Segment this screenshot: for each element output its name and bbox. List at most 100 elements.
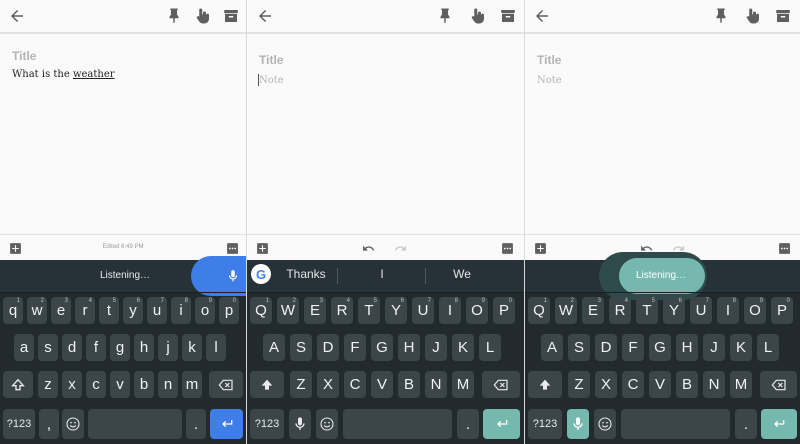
shift-key[interactable]: [3, 371, 33, 398]
key-j[interactable]: J: [703, 334, 725, 361]
key-k[interactable]: K: [452, 334, 474, 361]
key-x[interactable]: x: [62, 371, 82, 398]
key-w[interactable]: W2: [277, 297, 299, 324]
key-i[interactable]: I8: [439, 297, 461, 324]
mic-key[interactable]: [567, 409, 589, 439]
note-placeholder[interactable]: Note: [259, 75, 284, 86]
key-a[interactable]: a: [14, 334, 34, 361]
key-l[interactable]: L: [757, 334, 779, 361]
suggestion-3[interactable]: We: [437, 267, 487, 281]
key-l[interactable]: L: [479, 334, 501, 361]
key-o[interactable]: O9: [744, 297, 766, 324]
key-q[interactable]: Q1: [528, 297, 550, 324]
key-f[interactable]: F: [344, 334, 366, 361]
more-options-icon[interactable]: [225, 241, 239, 255]
key-e[interactable]: E3: [304, 297, 326, 324]
pin-icon[interactable]: [434, 5, 456, 27]
key-s[interactable]: S: [290, 334, 312, 361]
note-text[interactable]: What is the weather: [12, 69, 115, 80]
more-options-icon[interactable]: [500, 241, 514, 255]
key-r[interactable]: R4: [331, 297, 353, 324]
mic-icon[interactable]: [224, 267, 242, 285]
key-x[interactable]: X: [317, 371, 339, 398]
key-y[interactable]: Y6: [385, 297, 407, 324]
emoji-key[interactable]: [316, 409, 338, 439]
archive-icon[interactable]: [772, 5, 794, 27]
key-u[interactable]: U7: [412, 297, 434, 324]
space-key[interactable]: [88, 409, 182, 439]
key-g[interactable]: g: [110, 334, 130, 361]
key-q[interactable]: q1: [3, 297, 23, 324]
key-u[interactable]: U7: [690, 297, 712, 324]
key-o[interactable]: O9: [466, 297, 488, 324]
key-b[interactable]: B: [398, 371, 420, 398]
key-h[interactable]: H: [398, 334, 420, 361]
key-r[interactable]: R4: [609, 297, 631, 324]
key-w[interactable]: W2: [555, 297, 577, 324]
title-placeholder[interactable]: Title: [537, 53, 561, 67]
key-t[interactable]: T5: [358, 297, 380, 324]
key-o[interactable]: o9: [195, 297, 215, 324]
key-a[interactable]: A: [263, 334, 285, 361]
title-placeholder[interactable]: Title: [259, 53, 283, 67]
backspace-key[interactable]: [760, 371, 797, 398]
pin-icon[interactable]: [163, 5, 185, 27]
key-a[interactable]: A: [541, 334, 563, 361]
key-n[interactable]: N: [703, 371, 725, 398]
back-arrow-icon[interactable]: [254, 5, 276, 27]
backspace-key[interactable]: [209, 371, 243, 398]
key-g[interactable]: G: [371, 334, 393, 361]
key-y[interactable]: Y6: [663, 297, 685, 324]
shift-key[interactable]: [528, 371, 562, 398]
comma-key[interactable]: ,: [39, 409, 59, 439]
key-v[interactable]: V: [649, 371, 671, 398]
key-i[interactable]: i8: [171, 297, 191, 324]
enter-key[interactable]: [761, 409, 797, 439]
key-b[interactable]: b: [134, 371, 154, 398]
key-u[interactable]: u7: [147, 297, 167, 324]
key-k[interactable]: k: [182, 334, 202, 361]
key-n[interactable]: n: [158, 371, 178, 398]
undo-icon[interactable]: [361, 241, 375, 255]
key-s[interactable]: S: [568, 334, 590, 361]
key-h[interactable]: H: [676, 334, 698, 361]
key-h[interactable]: h: [134, 334, 154, 361]
key-z[interactable]: Z: [290, 371, 312, 398]
key-v[interactable]: v: [110, 371, 130, 398]
period-key[interactable]: .: [735, 409, 757, 439]
key-r[interactable]: r4: [75, 297, 95, 324]
key-p[interactable]: p0: [219, 297, 239, 324]
key-n[interactable]: N: [425, 371, 447, 398]
key-q[interactable]: Q1: [250, 297, 272, 324]
enter-key[interactable]: [210, 409, 243, 439]
key-k[interactable]: K: [730, 334, 752, 361]
add-box-icon[interactable]: [255, 241, 269, 255]
archive-icon[interactable]: [220, 5, 242, 27]
shift-key[interactable]: [250, 371, 284, 398]
period-key[interactable]: .: [186, 409, 206, 439]
key-e[interactable]: e3: [51, 297, 71, 324]
mic-key[interactable]: [289, 409, 311, 439]
redo-icon[interactable]: [393, 241, 407, 255]
key-l[interactable]: l: [206, 334, 226, 361]
key-f[interactable]: F: [622, 334, 644, 361]
key-g[interactable]: G: [649, 334, 671, 361]
enter-key[interactable]: [483, 409, 520, 439]
google-logo-icon[interactable]: G: [251, 264, 271, 284]
hand-pointer-icon[interactable]: [192, 5, 214, 27]
archive-icon[interactable]: [497, 5, 519, 27]
backspace-key[interactable]: [482, 371, 520, 398]
key-x[interactable]: X: [595, 371, 617, 398]
symbols-key[interactable]: ?123: [250, 409, 284, 439]
space-key[interactable]: [343, 409, 452, 439]
symbols-key[interactable]: ?123: [528, 409, 562, 439]
symbols-key[interactable]: ?123: [3, 409, 35, 439]
key-b[interactable]: B: [676, 371, 698, 398]
key-c[interactable]: C: [622, 371, 644, 398]
key-c[interactable]: c: [86, 371, 106, 398]
add-box-icon[interactable]: [533, 241, 547, 255]
key-d[interactable]: D: [595, 334, 617, 361]
key-z[interactable]: Z: [568, 371, 590, 398]
back-arrow-icon[interactable]: [6, 5, 28, 27]
key-t[interactable]: T5: [636, 297, 658, 324]
